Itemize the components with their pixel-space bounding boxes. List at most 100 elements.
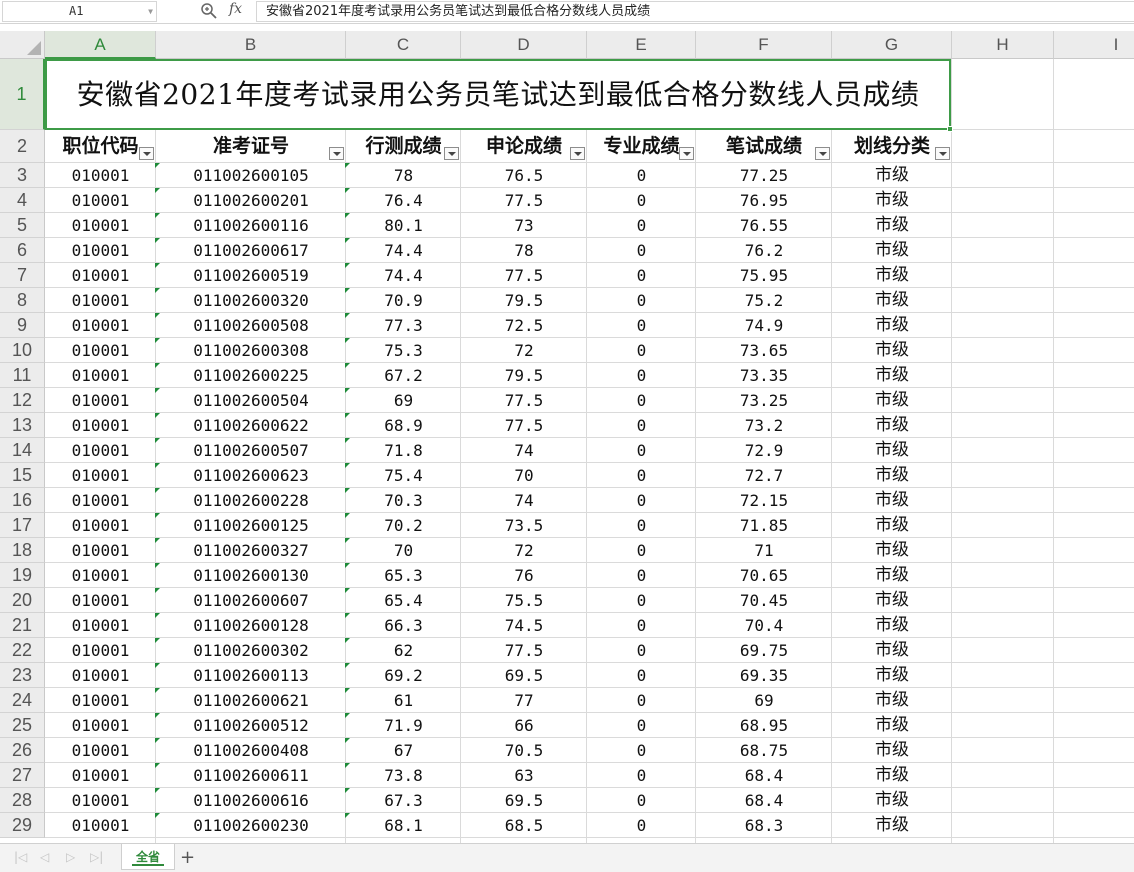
table-cell[interactable]: 0 xyxy=(587,688,696,713)
table-cell[interactable]: 0 xyxy=(587,213,696,238)
table-cell[interactable]: 70 xyxy=(461,463,587,488)
table-cell[interactable]: 66.3 xyxy=(346,613,461,638)
table-cell[interactable]: 0 xyxy=(587,413,696,438)
table-cell[interactable]: 010001 xyxy=(45,263,156,288)
filter-dropdown-icon[interactable] xyxy=(444,147,459,160)
table-cell[interactable]: 70.65 xyxy=(696,563,832,588)
table-cell[interactable]: 72 xyxy=(461,538,587,563)
row-header-19[interactable]: 19 xyxy=(0,563,45,588)
table-cell[interactable]: 011002600302 xyxy=(156,638,346,663)
column-header-a[interactable]: A xyxy=(45,31,156,59)
table-cell[interactable]: 010001 xyxy=(45,763,156,788)
table-cell[interactable]: 0 xyxy=(587,763,696,788)
table-cell[interactable]: 73.35 xyxy=(696,363,832,388)
table-cell[interactable]: 0 xyxy=(587,388,696,413)
table-cell[interactable]: 市级 xyxy=(832,588,952,613)
table-cell[interactable]: 70.2 xyxy=(346,513,461,538)
table-cell[interactable]: 011002600611 xyxy=(156,763,346,788)
table-cell[interactable]: 010001 xyxy=(45,488,156,513)
row-header-14[interactable]: 14 xyxy=(0,438,45,463)
function-icon[interactable]: fx xyxy=(229,1,242,17)
table-cell[interactable]: 68.4 xyxy=(696,763,832,788)
row-header-8[interactable]: 8 xyxy=(0,288,45,313)
table-cell[interactable]: 74 xyxy=(461,488,587,513)
table-cell[interactable]: 62 xyxy=(346,638,461,663)
table-cell[interactable]: 77.5 xyxy=(461,413,587,438)
table-cell[interactable]: 0 xyxy=(587,588,696,613)
table-cell[interactable]: 73.8 xyxy=(346,763,461,788)
table-cell[interactable]: 011002600308 xyxy=(156,338,346,363)
row-header-29[interactable]: 29 xyxy=(0,813,45,838)
table-cell[interactable]: 69.5 xyxy=(461,788,587,813)
table-cell[interactable]: 010001 xyxy=(45,613,156,638)
table-cell[interactable]: 010001 xyxy=(45,413,156,438)
row-header-1[interactable]: 1 xyxy=(0,59,45,130)
row-header-13[interactable]: 13 xyxy=(0,413,45,438)
table-cell[interactable]: 77.3 xyxy=(346,313,461,338)
table-cell[interactable]: 73.5 xyxy=(461,513,587,538)
filter-dropdown-icon[interactable] xyxy=(139,147,154,160)
column-title[interactable]: 申论成绩 xyxy=(461,130,587,163)
row-header-17[interactable]: 17 xyxy=(0,513,45,538)
table-cell[interactable]: 0 xyxy=(587,713,696,738)
table-cell[interactable]: 79.5 xyxy=(461,288,587,313)
table-cell[interactable]: 011002600116 xyxy=(156,213,346,238)
column-header-d[interactable]: D xyxy=(461,31,587,59)
table-cell[interactable]: 011002600125 xyxy=(156,513,346,538)
table-cell[interactable]: 市级 xyxy=(832,388,952,413)
table-cell[interactable]: 68.9 xyxy=(346,413,461,438)
column-header-b[interactable]: B xyxy=(156,31,346,59)
table-cell[interactable]: 011002600617 xyxy=(156,238,346,263)
row-header-23[interactable]: 23 xyxy=(0,663,45,688)
table-cell[interactable]: 011002600508 xyxy=(156,313,346,338)
table-cell[interactable]: 0 xyxy=(587,788,696,813)
table-cell[interactable]: 011002600201 xyxy=(156,188,346,213)
table-cell[interactable]: 市级 xyxy=(832,763,952,788)
row-header-27[interactable]: 27 xyxy=(0,763,45,788)
filter-dropdown-icon[interactable] xyxy=(679,147,694,160)
table-cell[interactable]: 市级 xyxy=(832,338,952,363)
table-cell[interactable]: 0 xyxy=(587,463,696,488)
table-cell[interactable]: 70.45 xyxy=(696,588,832,613)
table-cell[interactable]: 69.35 xyxy=(696,663,832,688)
column-title[interactable]: 职位代码 xyxy=(45,130,156,163)
table-cell[interactable]: 010001 xyxy=(45,238,156,263)
table-cell[interactable]: 0 xyxy=(587,163,696,188)
table-cell[interactable]: 71.9 xyxy=(346,713,461,738)
table-cell[interactable]: 67.2 xyxy=(346,363,461,388)
table-cell[interactable]: 0 xyxy=(587,188,696,213)
table-cell[interactable]: 市级 xyxy=(832,563,952,588)
table-cell[interactable]: 市级 xyxy=(832,238,952,263)
table-cell[interactable]: 011002600327 xyxy=(156,538,346,563)
table-cell[interactable]: 011002600320 xyxy=(156,288,346,313)
table-cell[interactable]: 市级 xyxy=(832,513,952,538)
last-sheet-icon[interactable]: ▷| xyxy=(90,850,103,864)
column-header-i[interactable]: I xyxy=(1054,31,1134,59)
prev-sheet-icon[interactable]: ◁ xyxy=(40,850,49,864)
row-header-2[interactable]: 2 xyxy=(0,130,45,163)
row-header-5[interactable]: 5 xyxy=(0,213,45,238)
table-cell[interactable]: 010001 xyxy=(45,638,156,663)
table-cell[interactable]: 市级 xyxy=(832,738,952,763)
table-cell[interactable]: 77.25 xyxy=(696,163,832,188)
table-cell[interactable]: 市级 xyxy=(832,538,952,563)
row-header-9[interactable]: 9 xyxy=(0,313,45,338)
zoom-icon[interactable] xyxy=(200,2,218,20)
table-cell[interactable]: 68.75 xyxy=(696,738,832,763)
table-cell[interactable]: 0 xyxy=(587,738,696,763)
column-title[interactable]: 划线分类 xyxy=(832,130,952,163)
table-cell[interactable]: 市级 xyxy=(832,813,952,838)
table-cell[interactable]: 73.65 xyxy=(696,338,832,363)
table-cell[interactable]: 011002600105 xyxy=(156,163,346,188)
row-header-11[interactable]: 11 xyxy=(0,363,45,388)
table-cell[interactable]: 011002600408 xyxy=(156,738,346,763)
table-cell[interactable]: 70.5 xyxy=(461,738,587,763)
table-cell[interactable]: 市级 xyxy=(832,638,952,663)
table-cell[interactable]: 0 xyxy=(587,438,696,463)
table-cell[interactable]: 0 xyxy=(587,363,696,388)
table-cell[interactable]: 77 xyxy=(461,688,587,713)
table-cell[interactable]: 74.9 xyxy=(696,313,832,338)
table-cell[interactable]: 011002600113 xyxy=(156,663,346,688)
row-header-20[interactable]: 20 xyxy=(0,588,45,613)
filter-dropdown-icon[interactable] xyxy=(815,147,830,160)
